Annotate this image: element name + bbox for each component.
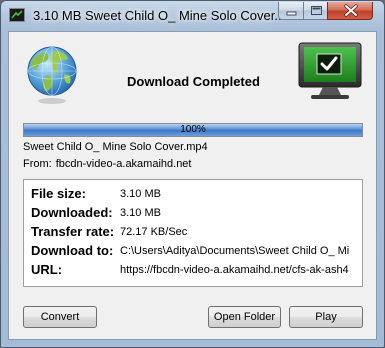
convert-button[interactable]: Convert [23,306,97,328]
download-progress-bar: 100% [23,123,363,137]
detail-label: URL: [31,262,63,277]
file-name: Sweet Child O_ Mine Solo Cover.mp4 [23,141,208,153]
source-line: From: fbcdn-video-a.akamaihd.net [23,158,191,170]
maximize-button[interactable] [303,2,328,20]
download-status-headline: Download Completed [127,74,260,89]
maximize-icon [311,6,322,15]
minimize-icon [286,11,297,16]
detail-label: Downloaded: [31,205,113,220]
detail-label: File size: [31,186,86,201]
detail-value: https://fbcdn-video-a.akamaihd.net/cfs-a… [120,264,349,276]
detail-value: 72.17 KB/Sec [120,226,188,238]
close-button[interactable] [327,2,373,20]
monitor-check-icon [298,42,362,99]
close-icon [344,4,358,17]
download-details-panel: File size: 3.10 MB Downloaded: 3.10 MB T… [23,179,363,287]
detail-label: Download to: [31,243,114,258]
detail-value: 3.10 MB [120,188,161,200]
detail-label: Transfer rate: [31,224,115,239]
play-button[interactable]: Play [289,306,363,328]
detail-value: 3.10 MB [120,207,161,219]
source-label: From: [23,158,52,170]
globe-icon [27,46,77,104]
open-folder-button[interactable]: Open Folder [208,306,281,328]
window-title: 3.10 MB Sweet Child O_ Mine Solo Cover..… [33,8,286,23]
detail-value: C:\Users\Aditya\Documents\Sweet Child O_… [120,245,350,257]
app-icon [9,8,25,22]
minimize-button[interactable] [278,2,304,20]
source-host: fbcdn-video-a.akamaihd.net [55,158,192,170]
title-bar[interactable]: 3.10 MB Sweet Child O_ Mine Solo Cover..… [1,1,384,31]
download-complete-window: 3.10 MB Sweet Child O_ Mine Solo Cover..… [0,0,385,348]
progress-label: 100% [180,124,206,135]
dialog-body: Download Completed 100% Sweet Child O_ M… [8,31,377,340]
